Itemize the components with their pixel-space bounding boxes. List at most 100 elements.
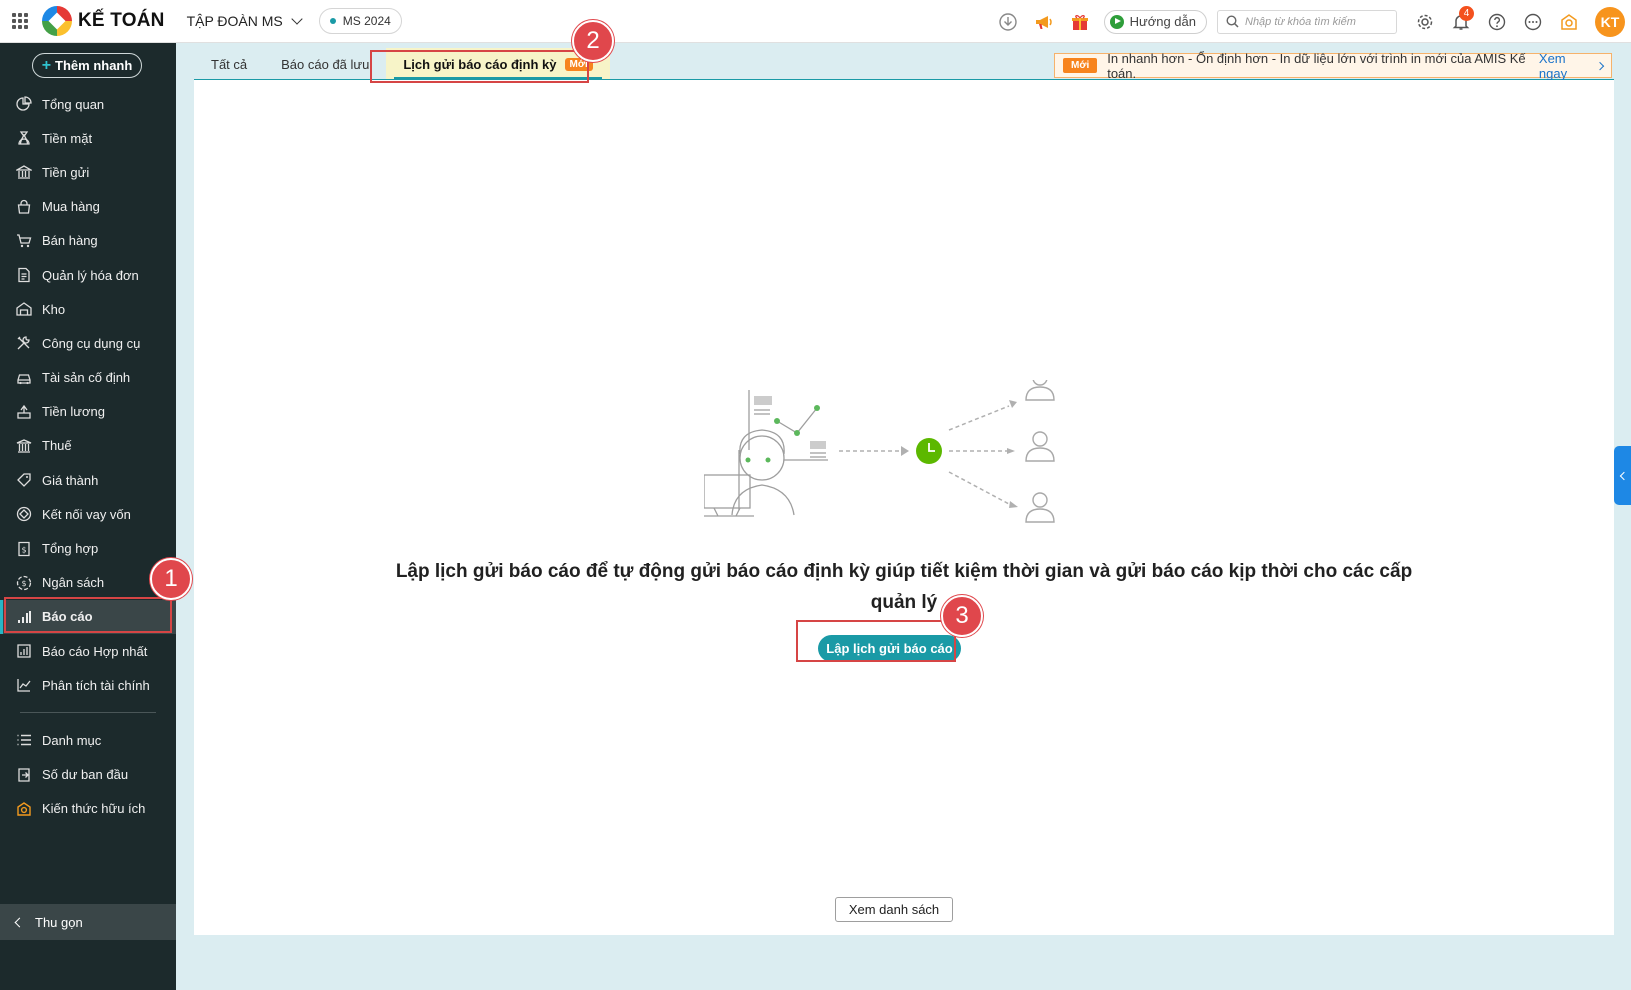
help-icon[interactable] — [1479, 0, 1515, 43]
guide-label: Hướng dẫn — [1129, 14, 1196, 29]
database-selector[interactable]: MS 2024 — [318, 8, 402, 34]
budget-icon: $ — [16, 575, 32, 591]
logo-mark-icon — [42, 6, 72, 36]
sidebar-item-bao-cao-hop-nhat[interactable]: Báo cáo Hợp nhất — [0, 634, 176, 668]
knowledge-bulb-icon[interactable] — [1551, 0, 1587, 43]
svg-text:$: $ — [21, 545, 26, 554]
app-logo[interactable]: KẾ TOÁN — [42, 6, 165, 36]
sidebar-item-tong-hop[interactable]: $ Tổng hợp — [0, 531, 176, 565]
chevron-right-icon — [1596, 61, 1605, 70]
search-placeholder: Nhập từ khóa tìm kiếm — [1245, 15, 1356, 28]
company-selector[interactable]: TẬP ĐOÀN MS — [186, 13, 303, 29]
sidebar-item-label: Phân tích tài chính — [42, 677, 150, 693]
user-avatar[interactable]: KT — [1595, 6, 1625, 37]
sidebar-item-label: Danh mục — [42, 732, 102, 748]
pie-chart-icon — [16, 96, 32, 112]
annotation-box-1 — [4, 597, 172, 633]
company-name: TẬP ĐOÀN MS — [186, 13, 283, 29]
sidebar-item-label: Số dư ban đầu — [42, 767, 129, 783]
sidebar-item-danh-muc[interactable]: Danh mục — [0, 723, 176, 757]
warehouse-icon — [16, 301, 32, 317]
sidebar-item-label: Công cụ dụng cụ — [42, 335, 141, 351]
chevron-left-icon — [14, 917, 25, 927]
cart-icon — [16, 233, 32, 249]
opening-balance-icon — [16, 767, 32, 783]
tab-label: Báo cáo đã lưu — [281, 56, 370, 72]
sidebar-item-cong-cu-dung-cu[interactable]: Công cụ dụng cụ — [0, 326, 176, 360]
view-list-button[interactable]: Xem danh sách — [835, 897, 953, 922]
guide-button[interactable]: Hướng dẫn — [1103, 9, 1207, 34]
notice-view-now-link[interactable]: Xem ngay — [1539, 51, 1605, 81]
sidebar-item-ban-hang[interactable]: Bán hàng — [0, 224, 176, 258]
annotation-number-2: 2 — [572, 20, 614, 62]
collapse-label: Thu gọn — [35, 914, 83, 930]
notice-text: In nhanh hơn - Ổn định hơn - In dữ liệu … — [1107, 50, 1526, 81]
sidebar-item-label: Mua hàng — [42, 199, 100, 215]
gift-icon[interactable] — [1062, 0, 1098, 43]
chevron-left-icon — [1619, 471, 1629, 480]
sidebar-item-ket-noi-vay-von[interactable]: Kết nối vay vốn — [0, 497, 176, 531]
list-icon — [16, 732, 32, 748]
sidebar-item-thue[interactable]: Thuế — [0, 429, 176, 463]
annotation-box-3 — [796, 620, 956, 662]
sidebar-item-label: Kết nối vay vốn — [42, 506, 131, 522]
loan-link-icon — [16, 506, 32, 522]
annotation-box-2 — [370, 50, 589, 83]
notification-bell-icon[interactable]: 4 — [1443, 0, 1479, 43]
ledger-icon: $ — [16, 541, 32, 557]
sidebar-item-so-du-ban-dau[interactable]: Số dư ban đầu — [0, 758, 176, 792]
quick-add-button[interactable]: + Thêm nhanh — [32, 53, 142, 78]
sidebar-item-tien-mat[interactable]: Tiền mặt — [0, 121, 176, 155]
sidebar-item-label: Tiền gửi — [42, 164, 90, 180]
sidebar-nav: Tổng quan Tiền mặt Tiền gửi Mua hàng Bán… — [0, 87, 176, 826]
sidebar-item-label: Báo cáo Hợp nhất — [42, 643, 148, 659]
money-bag-icon — [16, 130, 32, 146]
chevron-down-icon — [291, 13, 303, 25]
salary-icon — [16, 404, 32, 420]
sidebar-item-label: Thuế — [42, 438, 72, 454]
sidebar-item-label: Kiến thức hữu ích — [42, 801, 146, 817]
sidebar-item-gia-thanh[interactable]: Giá thành — [0, 463, 176, 497]
sidebar-item-label: Tiền lương — [42, 404, 105, 420]
sidebar-item-tien-gui[interactable]: Tiền gửi — [0, 155, 176, 189]
database-name: MS 2024 — [342, 14, 391, 28]
sidebar-item-tai-san-co-dinh[interactable]: Tài sản cố định — [0, 361, 176, 395]
sidebar-item-mua-hang[interactable]: Mua hàng — [0, 190, 176, 224]
settings-gear-icon[interactable] — [1407, 0, 1443, 43]
sidebar-item-label: Tổng quan — [42, 96, 105, 112]
sidebar-item-label: Tiền mặt — [42, 130, 93, 146]
top-bar: KẾ TOÁN TẬP ĐOÀN MS MS 2024 Hướng dẫn Nh… — [0, 0, 1631, 43]
tab-label: Tất cả — [211, 56, 248, 72]
sidebar-item-kho[interactable]: Kho — [0, 292, 176, 326]
sidebar-item-phan-tich-tai-chinh[interactable]: Phân tích tài chính — [0, 668, 176, 702]
sidebar-item-label: Kho — [42, 301, 66, 317]
sidebar-item-tong-quan[interactable]: Tổng quan — [0, 87, 176, 121]
annotation-number-3: 3 — [941, 595, 983, 637]
megaphone-icon[interactable] — [1026, 0, 1062, 43]
status-dot-icon — [329, 18, 336, 24]
sidebar-item-quan-ly-hoa-don[interactable]: Quản lý hóa đơn — [0, 258, 176, 292]
tools-icon — [16, 335, 32, 351]
search-input[interactable]: Nhập từ khóa tìm kiếm — [1217, 9, 1397, 34]
schedule-report-illustration — [704, 380, 1055, 523]
tax-building-icon — [16, 438, 32, 454]
sidebar-item-label: Tổng hợp — [42, 541, 99, 557]
collapse-sidebar-button[interactable]: Thu gọn — [0, 904, 176, 940]
tab-saved-reports[interactable]: Báo cáo đã lưu — [264, 48, 386, 80]
sidebar-item-kien-thuc-huu-ich[interactable]: Kiến thức hữu ích — [0, 792, 176, 826]
svg-text:$: $ — [21, 579, 26, 588]
consolidated-report-icon — [16, 643, 32, 659]
download-icon[interactable] — [990, 0, 1026, 43]
notification-badge: 4 — [1459, 6, 1474, 21]
annotation-number-1: 1 — [150, 558, 192, 600]
side-panel-toggle[interactable] — [1614, 446, 1631, 505]
notice-new-badge: Mới — [1063, 58, 1098, 73]
trend-chart-icon — [16, 677, 32, 693]
more-options-icon[interactable] — [1515, 0, 1551, 43]
sidebar-item-tien-luong[interactable]: Tiền lương — [0, 395, 176, 429]
main-content: Lập lịch gửi báo cáo để tự động gửi báo … — [194, 80, 1614, 935]
apps-grid-icon[interactable] — [0, 0, 40, 43]
sidebar-item-label: Giá thành — [42, 472, 99, 488]
bank-icon — [16, 164, 32, 180]
tab-all[interactable]: Tất cả — [194, 48, 264, 80]
